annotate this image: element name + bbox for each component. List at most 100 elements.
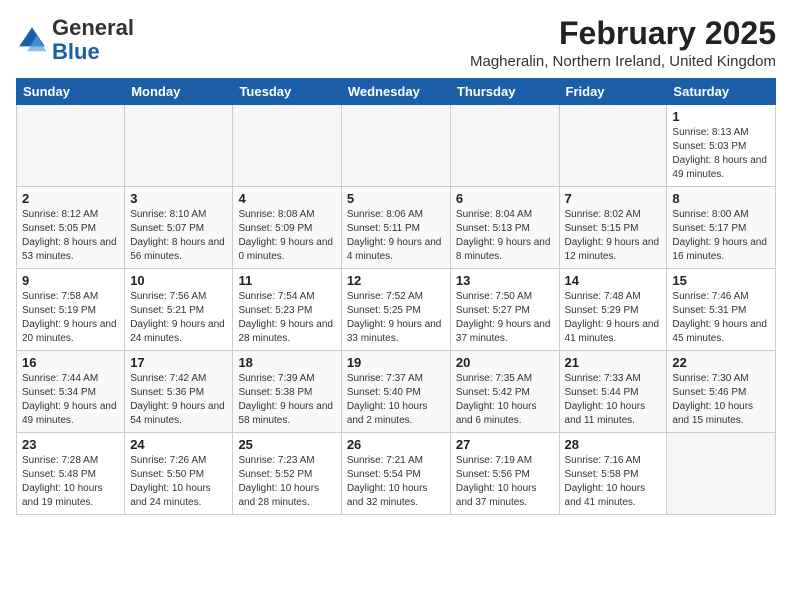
weekday-header-monday: Monday: [125, 79, 233, 105]
day-number: 20: [456, 355, 554, 370]
calendar-cell: [125, 105, 233, 187]
calendar-cell: 24 Sunrise: 7:26 AM Sunset: 5:50 PM Dayli…: [125, 433, 233, 515]
calendar-week-4: 16 Sunrise: 7:44 AM Sunset: 5:34 PM Dayli…: [17, 351, 776, 433]
calendar-cell: 16 Sunrise: 7:44 AM Sunset: 5:34 PM Dayli…: [17, 351, 125, 433]
day-info: Sunrise: 8:08 AM Sunset: 5:09 PM Dayligh…: [238, 208, 335, 264]
day-info: Sunrise: 7:26 AM Sunset: 5:50 PM Dayligh…: [130, 454, 227, 510]
day-number: 14: [565, 273, 662, 288]
calendar-cell: 13 Sunrise: 7:50 AM Sunset: 5:27 PM Dayli…: [450, 269, 559, 351]
day-info: Sunrise: 7:30 AM Sunset: 5:46 PM Dayligh…: [672, 372, 770, 428]
day-number: 3: [130, 191, 227, 206]
logo-icon: [16, 24, 48, 56]
weekday-header-sunday: Sunday: [17, 79, 125, 105]
day-number: 24: [130, 437, 227, 452]
day-number: 12: [347, 273, 445, 288]
calendar-cell: 9 Sunrise: 7:58 AM Sunset: 5:19 PM Daylig…: [17, 269, 125, 351]
day-number: 16: [22, 355, 119, 370]
day-number: 6: [456, 191, 554, 206]
day-number: 5: [347, 191, 445, 206]
calendar-week-3: 9 Sunrise: 7:58 AM Sunset: 5:19 PM Daylig…: [17, 269, 776, 351]
day-info: Sunrise: 7:48 AM Sunset: 5:29 PM Dayligh…: [565, 290, 662, 346]
calendar-cell: 18 Sunrise: 7:39 AM Sunset: 5:38 PM Dayli…: [233, 351, 341, 433]
calendar-cell: 21 Sunrise: 7:33 AM Sunset: 5:44 PM Dayli…: [559, 351, 667, 433]
day-info: Sunrise: 7:23 AM Sunset: 5:52 PM Dayligh…: [238, 454, 335, 510]
day-info: Sunrise: 8:04 AM Sunset: 5:13 PM Dayligh…: [456, 208, 554, 264]
weekday-header-thursday: Thursday: [450, 79, 559, 105]
weekday-header-saturday: Saturday: [667, 79, 776, 105]
calendar-cell: [667, 433, 776, 515]
day-info: Sunrise: 7:39 AM Sunset: 5:38 PM Dayligh…: [238, 372, 335, 428]
day-number: 15: [672, 273, 770, 288]
day-info: Sunrise: 8:10 AM Sunset: 5:07 PM Dayligh…: [130, 208, 227, 264]
day-number: 18: [238, 355, 335, 370]
logo-blue-text: Blue: [52, 39, 100, 64]
day-number: 22: [672, 355, 770, 370]
day-number: 28: [565, 437, 662, 452]
calendar-week-1: 1 Sunrise: 8:13 AM Sunset: 5:03 PM Daylig…: [17, 105, 776, 187]
calendar-cell: 27Sunrise: 7:19 AM Sunset: 5:56 PM Dayli…: [450, 433, 559, 515]
day-info: Sunrise: 7:37 AM Sunset: 5:40 PM Dayligh…: [347, 372, 445, 428]
weekday-header-tuesday: Tuesday: [233, 79, 341, 105]
month-title: February 2025: [470, 16, 776, 51]
day-info: Sunrise: 7:44 AM Sunset: 5:34 PM Dayligh…: [22, 372, 119, 428]
calendar-cell: 19 Sunrise: 7:37 AM Sunset: 5:40 PM Dayli…: [341, 351, 450, 433]
calendar-table: SundayMondayTuesdayWednesdayThursdayFrid…: [16, 78, 776, 515]
calendar-cell: 3 Sunrise: 8:10 AM Sunset: 5:07 PM Daylig…: [125, 187, 233, 269]
title-section: February 2025 Magheralin, Northern Irela…: [470, 16, 776, 70]
day-number: 2: [22, 191, 119, 206]
calendar-cell: 17 Sunrise: 7:42 AM Sunset: 5:36 PM Dayli…: [125, 351, 233, 433]
calendar-cell: 14 Sunrise: 7:48 AM Sunset: 5:29 PM Dayli…: [559, 269, 667, 351]
calendar-cell: 20 Sunrise: 7:35 AM Sunset: 5:42 PM Dayli…: [450, 351, 559, 433]
day-info: Sunrise: 7:50 AM Sunset: 5:27 PM Dayligh…: [456, 290, 554, 346]
day-number: 7: [565, 191, 662, 206]
calendar-cell: 4 Sunrise: 8:08 AM Sunset: 5:09 PM Daylig…: [233, 187, 341, 269]
day-info: Sunrise: 8:12 AM Sunset: 5:05 PM Dayligh…: [22, 208, 119, 264]
calendar-cell: 5Sunrise: 8:06 AM Sunset: 5:11 PM Daylig…: [341, 187, 450, 269]
day-info: Sunrise: 7:35 AM Sunset: 5:42 PM Dayligh…: [456, 372, 554, 428]
day-number: 13: [456, 273, 554, 288]
day-info: Sunrise: 8:00 AM Sunset: 5:17 PM Dayligh…: [672, 208, 770, 264]
page-header: General Blue February 2025 Magheralin, N…: [16, 16, 776, 70]
day-info: Sunrise: 7:58 AM Sunset: 5:19 PM Dayligh…: [22, 290, 119, 346]
weekday-header-wednesday: Wednesday: [341, 79, 450, 105]
calendar-cell: 15 Sunrise: 7:46 AM Sunset: 5:31 PM Dayli…: [667, 269, 776, 351]
day-number: 11: [238, 273, 335, 288]
day-info: Sunrise: 7:21 AM Sunset: 5:54 PM Dayligh…: [347, 454, 445, 510]
day-number: 1: [672, 109, 770, 124]
day-number: 23: [22, 437, 119, 452]
day-number: 21: [565, 355, 662, 370]
logo: General Blue: [16, 16, 134, 64]
calendar-cell: 22 Sunrise: 7:30 AM Sunset: 5:46 PM Dayli…: [667, 351, 776, 433]
calendar-week-2: 2 Sunrise: 8:12 AM Sunset: 5:05 PM Daylig…: [17, 187, 776, 269]
day-number: 19: [347, 355, 445, 370]
calendar-cell: [233, 105, 341, 187]
day-info: Sunrise: 7:56 AM Sunset: 5:21 PM Dayligh…: [130, 290, 227, 346]
day-info: Sunrise: 7:46 AM Sunset: 5:31 PM Dayligh…: [672, 290, 770, 346]
day-number: 8: [672, 191, 770, 206]
day-info: Sunrise: 7:52 AM Sunset: 5:25 PM Dayligh…: [347, 290, 445, 346]
day-info: Sunrise: 7:54 AM Sunset: 5:23 PM Dayligh…: [238, 290, 335, 346]
calendar-cell: [17, 105, 125, 187]
day-number: 4: [238, 191, 335, 206]
day-info: Sunrise: 7:28 AM Sunset: 5:48 PM Dayligh…: [22, 454, 119, 510]
day-number: 9: [22, 273, 119, 288]
day-info: Sunrise: 7:42 AM Sunset: 5:36 PM Dayligh…: [130, 372, 227, 428]
calendar-cell: 11 Sunrise: 7:54 AM Sunset: 5:23 PM Dayli…: [233, 269, 341, 351]
calendar-cell: 6 Sunrise: 8:04 AM Sunset: 5:13 PM Daylig…: [450, 187, 559, 269]
day-number: 17: [130, 355, 227, 370]
day-info: Sunrise: 7:33 AM Sunset: 5:44 PM Dayligh…: [565, 372, 662, 428]
calendar-cell: 8 Sunrise: 8:00 AM Sunset: 5:17 PM Daylig…: [667, 187, 776, 269]
calendar-cell: 23 Sunrise: 7:28 AM Sunset: 5:48 PM Dayli…: [17, 433, 125, 515]
calendar-week-5: 23 Sunrise: 7:28 AM Sunset: 5:48 PM Dayli…: [17, 433, 776, 515]
logo-general-text: General: [52, 15, 134, 40]
weekday-header-friday: Friday: [559, 79, 667, 105]
calendar-cell: 26Sunrise: 7:21 AM Sunset: 5:54 PM Dayli…: [341, 433, 450, 515]
calendar-cell: 10Sunrise: 7:56 AM Sunset: 5:21 PM Dayli…: [125, 269, 233, 351]
calendar-cell: 2 Sunrise: 8:12 AM Sunset: 5:05 PM Daylig…: [17, 187, 125, 269]
location-subtitle: Magheralin, Northern Ireland, United Kin…: [470, 53, 776, 70]
day-info: Sunrise: 8:13 AM Sunset: 5:03 PM Dayligh…: [672, 126, 770, 182]
day-info: Sunrise: 8:02 AM Sunset: 5:15 PM Dayligh…: [565, 208, 662, 264]
weekday-header-row: SundayMondayTuesdayWednesdayThursdayFrid…: [17, 79, 776, 105]
calendar-cell: 25Sunrise: 7:23 AM Sunset: 5:52 PM Dayli…: [233, 433, 341, 515]
calendar-cell: [559, 105, 667, 187]
